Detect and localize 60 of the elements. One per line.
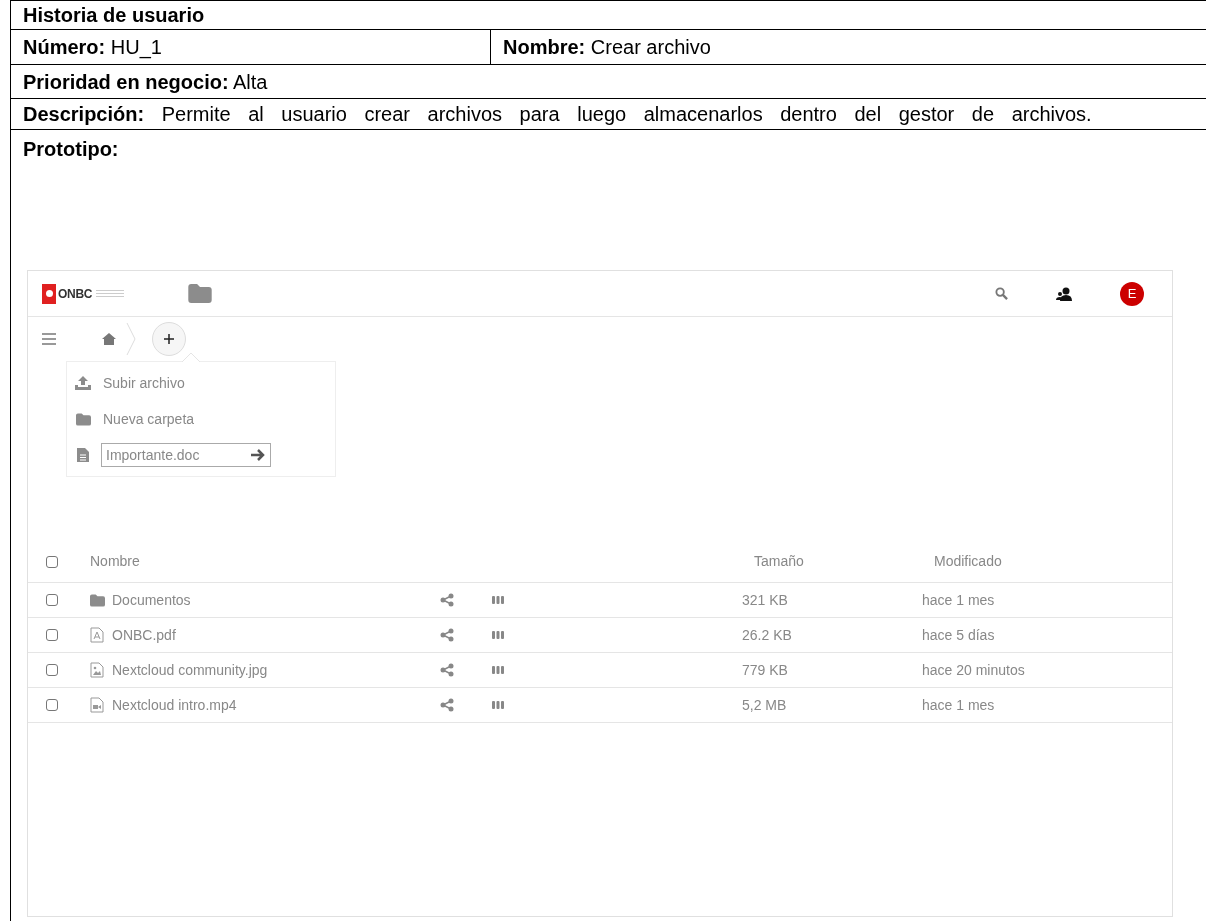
plus-icon [164,334,174,344]
modified-date: hace 1 mes [922,590,995,610]
folder-icon [90,593,105,607]
file-row[interactable]: Documentos 321 KB hace 1 mes [28,583,1172,618]
column-header[interactable]: Nombre [90,551,754,572]
user-avatar[interactable]: E [1120,281,1144,306]
checkbox[interactable] [46,699,58,711]
image-file-icon [90,662,104,678]
file-name: ONBC.pdf [112,625,177,645]
menu-item[interactable]: Nueva carpeta [75,404,327,434]
file-name: Documentos [112,590,192,610]
modified-date: hace 5 días [922,625,995,645]
story-name: Nombre: Crear archivo [503,35,711,60]
file-size: 5,2 MB [742,695,788,715]
file-row[interactable]: Nextcloud intro.mp4 5,2 MB hace 1 mes [28,688,1172,723]
contacts-icon[interactable] [1056,286,1072,301]
file-row[interactable]: ONBC.pdf 26.2 KB hace 5 días [28,618,1172,653]
story-number: Número: HU_1 [23,35,162,61]
file-row[interactable]: Nextcloud community.jpg 779 KB hace 20 minutos [28,653,1172,688]
new-button[interactable] [152,322,186,356]
checkbox[interactable] [46,629,58,641]
story-description: Descripción: Permite al usuario crear archivos para luego almacenarlos dentro del gestor de archivos. [23,103,1092,125]
folder-icon [188,284,213,303]
file-size: 321 KB [742,590,789,610]
modified-date: hace 1 mes [922,695,995,715]
modified-date: hace 20 minutos [922,660,1025,680]
document-icon [77,448,89,462]
breadcrumb-separator-icon [126,323,136,355]
prototype-label: Prototipo: [23,138,120,160]
logo-mark-icon [42,283,56,304]
checkbox[interactable] [46,594,58,606]
file-name-field[interactable]: Importante.doc [101,443,271,467]
submit-arrow-icon[interactable] [251,449,265,461]
menu-icon[interactable] [42,333,56,345]
pdf-file-icon [90,627,104,643]
more-actions-icon[interactable] [492,596,504,604]
file-size: 26.2 KB [742,625,793,645]
more-actions-icon[interactable] [492,666,504,674]
menu-item[interactable]: Subir archivo [75,368,327,398]
more-actions-icon[interactable] [492,701,504,709]
file-name: Nextcloud intro.mp4 [112,695,238,715]
share-icon[interactable] [440,593,454,607]
share-icon[interactable] [440,628,454,642]
logo: ONBC [58,285,93,303]
video-file-icon [90,697,104,713]
file-name: Nextcloud community.jpg [112,660,269,680]
file-size: 779 KB [742,660,789,680]
share-icon[interactable] [440,663,454,677]
checkbox[interactable] [46,664,58,676]
upload-icon [75,376,91,390]
column-header[interactable]: Modificado [934,551,1002,572]
more-actions-icon[interactable] [492,631,504,639]
folder-icon [75,412,91,426]
business-priority: Prioridad en negocio: Alta [23,70,268,93]
search-icon[interactable] [995,287,1008,300]
column-header[interactable]: Tamaño [754,551,934,572]
checkbox[interactable] [46,555,58,568]
document-title: Historia de usuario [23,4,205,26]
home-icon[interactable] [102,333,116,345]
share-icon[interactable] [440,698,454,712]
